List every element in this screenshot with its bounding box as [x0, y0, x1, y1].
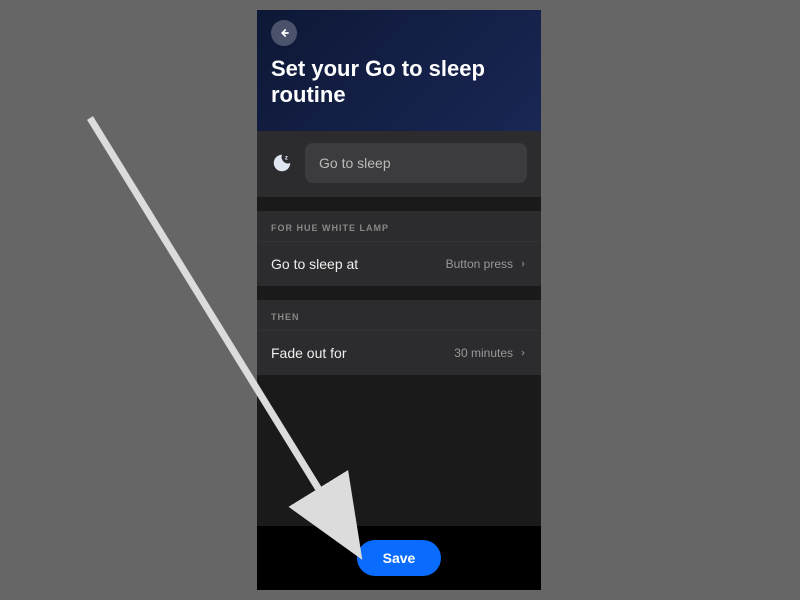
setting-value-wrap: 30 minutes — [454, 346, 527, 360]
routine-name-input[interactable] — [305, 143, 527, 183]
chevron-right-icon — [519, 349, 527, 357]
svg-text:z: z — [285, 154, 288, 161]
header: Set your Go to sleep routine — [257, 10, 541, 131]
page-title: Set your Go to sleep routine — [271, 56, 527, 109]
save-button[interactable]: Save — [357, 540, 442, 576]
divider — [257, 197, 541, 211]
bottom-bar: Save — [257, 526, 541, 590]
divider — [257, 286, 541, 300]
setting-label: Go to sleep at — [271, 256, 358, 272]
arrow-left-icon — [277, 26, 291, 40]
setting-label: Fade out for — [271, 345, 347, 361]
app-screen: Set your Go to sleep routine z FOR HUE W… — [257, 10, 541, 590]
setting-value: 30 minutes — [454, 346, 513, 360]
setting-value: Button press — [446, 257, 513, 271]
fade-out-for-row[interactable]: Fade out for 30 minutes — [257, 330, 541, 375]
back-button[interactable] — [271, 20, 297, 46]
go-to-sleep-at-row[interactable]: Go to sleep at Button press — [257, 241, 541, 286]
chevron-right-icon — [519, 260, 527, 268]
routine-name-row: z — [257, 131, 541, 197]
sleep-moon-icon: z — [271, 152, 293, 174]
section-header-then: THEN — [257, 300, 541, 330]
spacer — [257, 375, 541, 526]
setting-value-wrap: Button press — [446, 257, 527, 271]
section-header-device: FOR HUE WHITE LAMP — [257, 211, 541, 241]
